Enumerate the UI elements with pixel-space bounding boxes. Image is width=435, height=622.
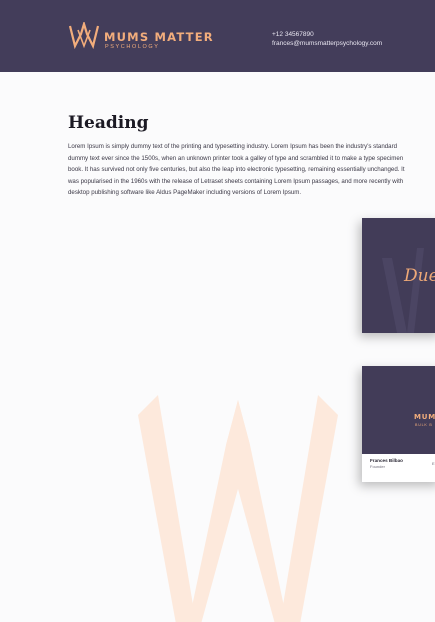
card-person-role: Founder [370, 464, 385, 469]
body-paragraph: Lorem Ipsum is simply dummy text of the … [68, 143, 405, 197]
contact-email: frances@mumsmatterpsychology.com [272, 40, 383, 47]
business-card-front: Due [362, 218, 435, 333]
page-heading: Heading [68, 113, 149, 133]
business-card-back: MUM BULK B Frances Bilbao Founder E [362, 366, 435, 482]
card-brand-name: MUM [414, 413, 435, 421]
document-page: MUMS MATTER PSYCHOLOGY +12 34567890 fran… [0, 0, 435, 622]
contact-phone: +12 34567890 [272, 31, 314, 38]
card-person-name: Frances Bilbao [370, 458, 403, 463]
card-color-band [362, 366, 435, 454]
crown-watermark-icon [138, 395, 338, 622]
card-brand-subtitle: BULK B [415, 423, 433, 427]
brand-name: MUMS MATTER [104, 30, 214, 44]
crown-logo-icon [68, 22, 100, 50]
brand-subtitle: PSYCHOLOGY [105, 44, 160, 50]
letterhead-header: MUMS MATTER PSYCHOLOGY +12 34567890 fran… [0, 0, 435, 72]
card-contact-fragment: E [432, 461, 435, 466]
card-script-text: Due [404, 266, 435, 286]
